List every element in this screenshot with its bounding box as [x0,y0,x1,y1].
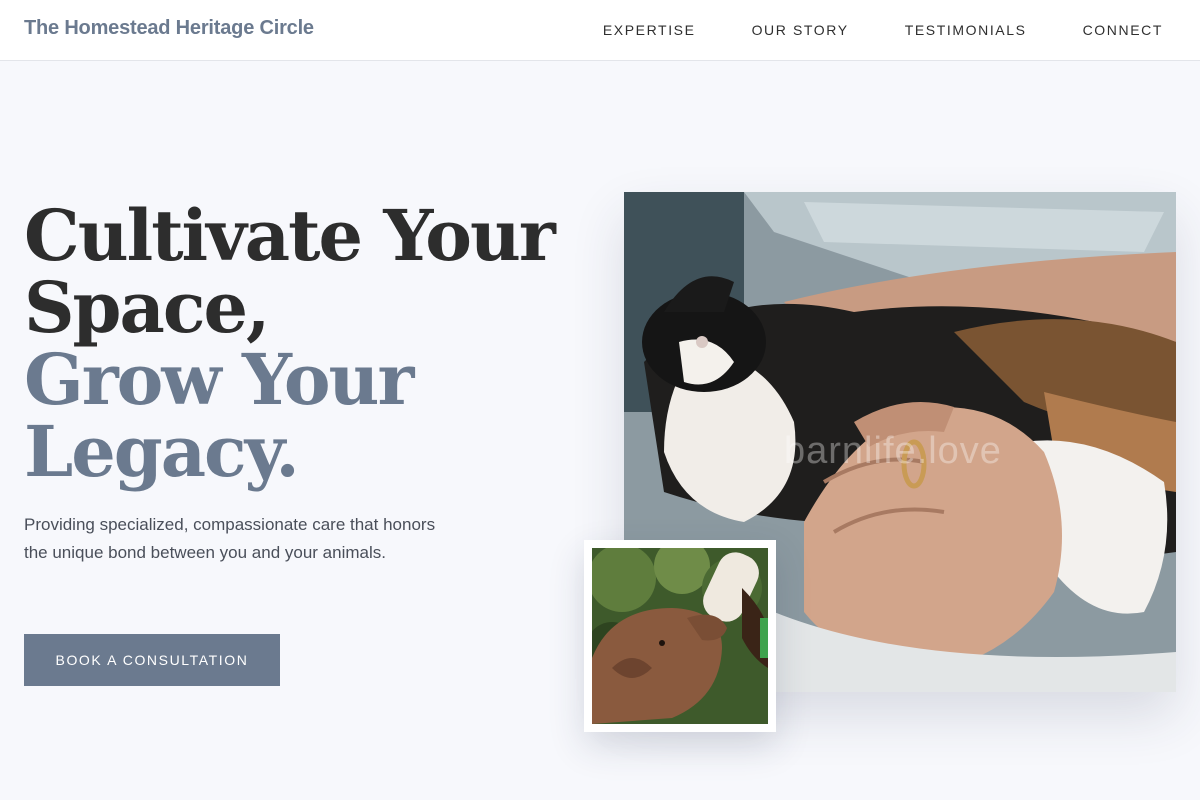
main-nav: EXPERTISE OUR STORY TESTIMONIALS CONNECT [603,21,1163,41]
nav-link-our-story[interactable]: OUR STORY [752,21,849,39]
hero-subtitle: Providing specialized, compassionate car… [24,515,436,562]
headline-line-2: Space, [24,266,270,349]
nav-link-testimonials[interactable]: TESTIMONIALS [905,21,1027,39]
photo-watermark: barnlife.love [784,430,1002,472]
book-consultation-button[interactable]: BOOK A CONSULTATION [24,634,280,686]
nav-link-connect[interactable]: CONNECT [1083,21,1163,39]
brand-logo-link[interactable]: The Homestead Heritage Circle [24,17,314,40]
nav-link-expertise[interactable]: EXPERTISE [603,21,696,39]
headline-line-1: Cultivate Your [24,194,556,277]
hero-headline: Cultivate Your Space, Grow Your Legacy. [24,200,584,488]
inset-photo-elephant-feeding [584,540,776,732]
elephant-photo-illustration [592,548,768,724]
site-header: The Homestead Heritage Circle EXPERTISE … [0,0,1200,61]
headline-line-4: Legacy. [24,410,300,493]
headline-line-3: Grow Your [24,338,414,421]
